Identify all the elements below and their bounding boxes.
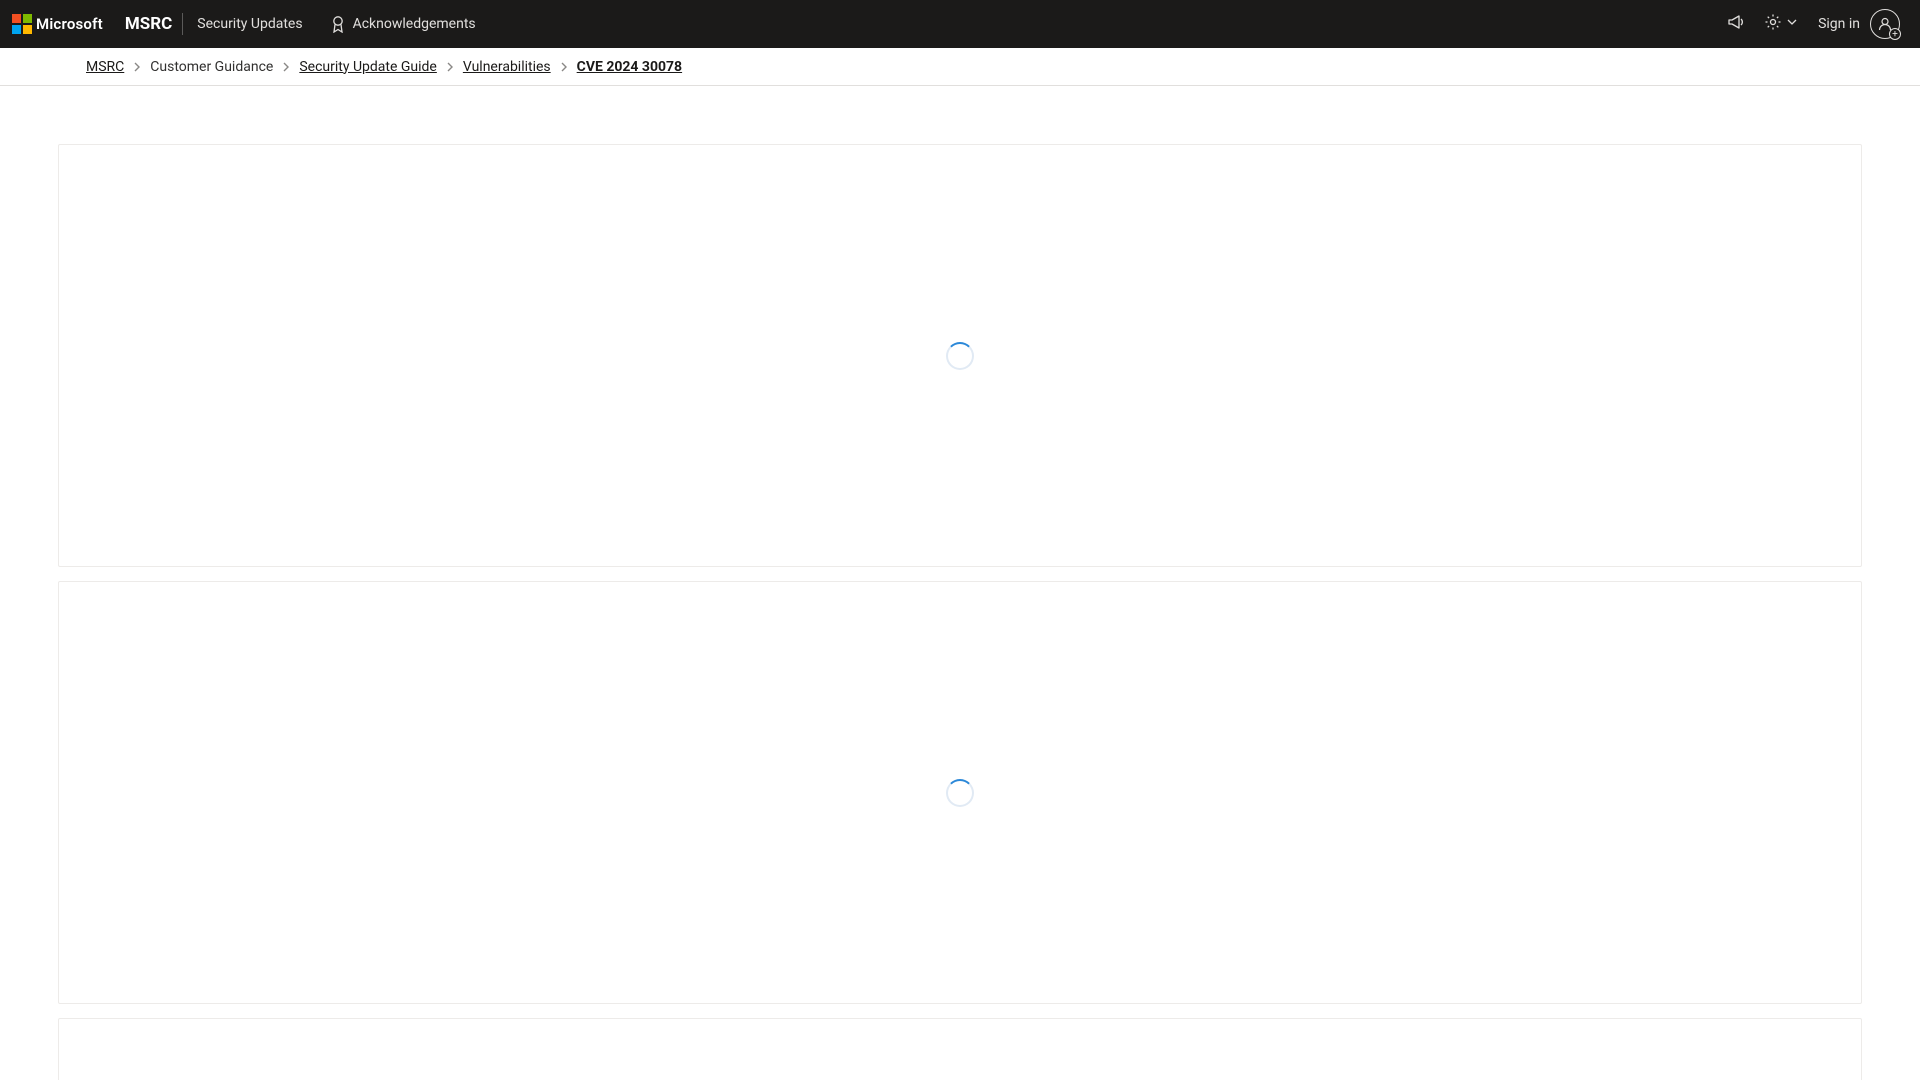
gear-icon	[1764, 13, 1782, 35]
sign-in-label: Sign in	[1818, 16, 1860, 32]
plus-icon: +	[1889, 28, 1901, 40]
spinner-icon	[946, 342, 974, 370]
sign-in-button[interactable]: Sign in +	[1808, 9, 1906, 39]
brand-msrc-link[interactable]: MSRC	[125, 14, 182, 34]
loading-card-2	[58, 581, 1862, 1004]
chevron-right-icon	[551, 62, 577, 72]
microsoft-logo-icon	[12, 14, 32, 34]
loading-card-1	[58, 144, 1862, 567]
breadcrumb-vulnerabilities[interactable]: Vulnerabilities	[463, 59, 551, 75]
settings-button[interactable]	[1758, 6, 1804, 42]
chevron-right-icon	[124, 62, 150, 72]
header-actions: Sign in +	[1718, 6, 1910, 42]
breadcrumb: MSRC Customer Guidance Security Update G…	[0, 48, 1920, 86]
app-header: Microsoft MSRC Security Updates Acknowle…	[0, 0, 1920, 48]
nav-security-updates[interactable]: Security Updates	[183, 0, 316, 48]
page-content	[0, 86, 1920, 1080]
nav-acknowledgements-label: Acknowledgements	[353, 16, 476, 32]
ribbon-icon	[331, 15, 345, 33]
chevron-right-icon	[273, 62, 299, 72]
site-brand-group: MSRC Security Updates Acknowledgements	[125, 0, 490, 48]
chevron-right-icon	[437, 62, 463, 72]
microsoft-wordmark: Microsoft	[36, 15, 103, 33]
nav-security-updates-label: Security Updates	[197, 16, 302, 32]
breadcrumb-msrc[interactable]: MSRC	[86, 59, 124, 75]
avatar-placeholder: +	[1870, 9, 1900, 39]
chevron-down-icon	[1786, 16, 1798, 32]
loading-card-3	[58, 1018, 1862, 1080]
breadcrumb-current[interactable]: CVE 2024 30078	[577, 59, 682, 75]
megaphone-icon	[1727, 13, 1745, 35]
microsoft-logo[interactable]: Microsoft	[10, 14, 107, 34]
feedback-button[interactable]	[1718, 6, 1754, 42]
breadcrumb-security-update-guide[interactable]: Security Update Guide	[299, 59, 437, 75]
breadcrumb-customer-guidance: Customer Guidance	[150, 59, 273, 75]
nav-acknowledgements[interactable]: Acknowledgements	[317, 0, 490, 48]
spinner-icon	[946, 779, 974, 807]
